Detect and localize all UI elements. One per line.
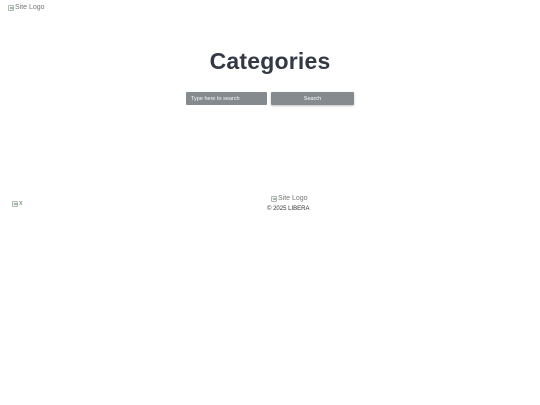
search-button[interactable]: Search — [271, 92, 354, 105]
search-input[interactable] — [186, 92, 267, 105]
side-image-alt-text: x — [19, 200, 23, 207]
broken-image-icon — [271, 195, 277, 202]
broken-image-icon — [8, 4, 14, 11]
header-logo[interactable]: Site Logo — [8, 4, 45, 11]
page: Site Logo Categories Search x Site Logo … — [0, 0, 540, 405]
footer-logo-alt-text: Site Logo — [278, 195, 308, 202]
footer-logo[interactable]: Site Logo — [271, 195, 308, 202]
page-title: Categories — [209, 48, 331, 74]
header-logo-alt-text: Site Logo — [15, 4, 45, 11]
side-image: x — [12, 200, 23, 207]
broken-image-icon — [12, 200, 18, 207]
copyright: © 2025 LIBERA — [267, 206, 310, 212]
